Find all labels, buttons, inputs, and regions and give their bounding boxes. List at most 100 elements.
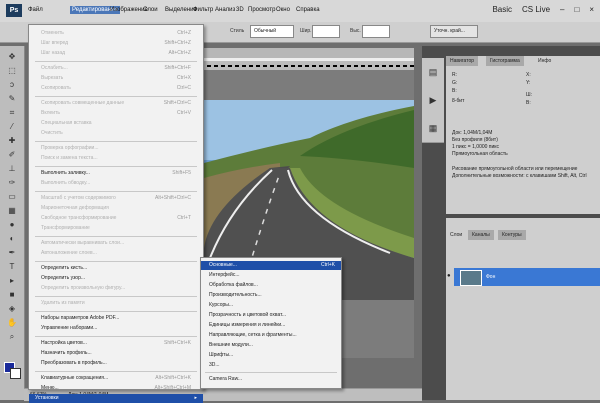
width-input[interactable] xyxy=(312,25,340,38)
edit-menu-item[interactable]: Наборы параметров Adobe PDF... xyxy=(35,314,197,323)
edit-menu-item[interactable]: Определить кисть... xyxy=(35,264,197,273)
preferences-menu-item[interactable]: Прозрачность и цветовой охват... xyxy=(201,311,341,320)
menu-9[interactable]: Просмотр xyxy=(248,7,275,13)
edit-menu-item[interactable]: Скопировать совмещенные данные Shift+Ctrl… xyxy=(35,99,197,108)
background-color-swatch[interactable] xyxy=(10,368,21,379)
stamp-tool-icon[interactable]: ⊥ xyxy=(6,164,18,174)
edit-menu-item[interactable]: Шаг вперед Shift+Ctrl+Z xyxy=(35,39,197,48)
tab-navigator[interactable]: Навигатор xyxy=(446,56,479,66)
tab-paths[interactable]: Контуры xyxy=(498,230,526,240)
menu-8[interactable]: 3D xyxy=(236,7,244,13)
document-tab-bar[interactable] xyxy=(200,48,414,58)
swatches-icon[interactable]: ▦ xyxy=(422,114,444,143)
edit-menu-item[interactable]: Управление наборами... xyxy=(35,324,197,333)
edit-menu-item[interactable]: Автоматически выравнивать слои... xyxy=(35,239,197,248)
menu-item-label: Настройка цветов... xyxy=(41,340,87,346)
edit-menu-item[interactable]: Назначить профиль... xyxy=(35,349,197,358)
maximize-icon[interactable]: □ xyxy=(574,5,579,14)
edit-menu-item[interactable]: Марионеточная деформация xyxy=(35,204,197,213)
menu-4[interactable]: Слои xyxy=(143,7,158,13)
preferences-menu-item[interactable]: Направляющие, сетка и фрагменты... xyxy=(201,331,341,340)
tab-channels[interactable]: Каналы xyxy=(468,230,494,240)
edit-menu-item[interactable]: Специальная вставка xyxy=(35,119,197,128)
refine-edge-button[interactable]: Уточн. край... xyxy=(430,25,478,38)
3d-tool-icon[interactable]: ◈ xyxy=(6,304,18,314)
preferences-menu-item[interactable]: Интерфейс... xyxy=(201,271,341,280)
crop-tool-icon[interactable]: ⌗ xyxy=(6,108,18,118)
edit-menu-item[interactable]: Свободное трансформирование Ctrl+T xyxy=(35,214,197,223)
eyedropper-tool-icon[interactable]: ⁄ xyxy=(6,122,18,132)
dodge-tool-icon[interactable]: ◐ xyxy=(6,234,18,244)
preferences-menu-item[interactable]: Единицы измерения и линейки... xyxy=(201,321,341,330)
preferences-menu-item[interactable]: Camera Raw... xyxy=(201,375,341,384)
blur-tool-icon[interactable]: ● xyxy=(6,220,18,230)
edit-menu-item[interactable]: Выполнить обводку... xyxy=(35,179,197,188)
layer-row-background[interactable]: ● Фон xyxy=(447,268,600,286)
doc-info: Док: 1,04M/1,04M xyxy=(452,130,493,136)
tab-info[interactable]: Инфо xyxy=(534,56,556,66)
edit-menu-item[interactable]: Клавиатурные сокращения... Alt+Shift+Ctrl… xyxy=(35,374,197,383)
minimize-icon[interactable]: – xyxy=(560,5,564,14)
marquee-tool-icon[interactable]: ⬚ xyxy=(6,66,18,76)
type-tool-icon[interactable]: T xyxy=(6,262,18,272)
menu-1[interactable]: Файл xyxy=(28,7,43,13)
menu-7[interactable]: Анализ xyxy=(215,7,235,13)
tab-histogram[interactable]: Гистограмма xyxy=(486,56,524,66)
edit-menu-item[interactable]: Очистить xyxy=(35,129,197,138)
edit-menu-item[interactable]: Скопировать Ctrl+C xyxy=(35,84,197,93)
edit-menu-item[interactable]: Ослабить... Shift+Ctrl+F xyxy=(35,64,197,73)
actions-icon[interactable]: ▶ xyxy=(422,86,444,115)
move-tool-icon[interactable]: ✥ xyxy=(6,52,18,62)
edit-menu-item[interactable]: Шаг назад Alt+Ctrl+Z xyxy=(35,49,197,58)
preferences-menu-item[interactable]: Производительность... xyxy=(201,291,341,300)
edit-menu-item[interactable]: Отменить Ctrl+Z xyxy=(35,29,197,38)
preferences-menu-item[interactable]: Обработка файлов... xyxy=(201,281,341,290)
edit-menu-item[interactable]: Определить произвольную фигуру... xyxy=(35,284,197,293)
gradient-tool-icon[interactable]: ▦ xyxy=(6,206,18,216)
menu-6[interactable]: Фильтр xyxy=(193,7,213,13)
eraser-tool-icon[interactable]: ▭ xyxy=(6,192,18,202)
lasso-tool-icon[interactable]: ↄ xyxy=(6,80,18,90)
edit-menu-item[interactable]: Проверка орфографии... xyxy=(35,144,197,153)
edit-menu-item[interactable]: Трансформирование xyxy=(35,224,197,233)
edit-menu-item[interactable]: Удалить из памяти xyxy=(35,299,197,308)
edit-menu-item[interactable]: Настройка цветов... Shift+Ctrl+K xyxy=(35,339,197,348)
history-brush-icon[interactable]: ✑ xyxy=(6,178,18,188)
edit-menu-item[interactable]: Выполнить заливку... Shift+F5 xyxy=(35,169,197,178)
edit-menu-item[interactable]: Меню... Alt+Shift+Ctrl+M xyxy=(35,384,197,393)
preferences-menu-item[interactable]: Внешние модули... xyxy=(201,341,341,350)
edit-menu-item[interactable]: Автоналожение слоев... xyxy=(35,249,197,258)
menu-item-label: Наборы параметров Adobe PDF... xyxy=(41,315,120,321)
hand-tool-icon[interactable]: ✋ xyxy=(6,318,18,328)
brush-tool-icon[interactable]: ✐ xyxy=(6,150,18,160)
zoom-tool-icon[interactable]: ⌕ xyxy=(6,332,18,342)
cs-live-button[interactable]: CS Live xyxy=(522,5,550,14)
profile-info: Без профиля (8бит) xyxy=(452,137,498,143)
edit-menu-item[interactable]: Определить узор... xyxy=(35,274,197,283)
menu-11[interactable]: Справка xyxy=(296,7,320,13)
edit-menu-item[interactable]: Поиск и замена текста... xyxy=(35,154,197,163)
tab-layers[interactable]: Слои xyxy=(446,230,467,240)
edit-menu-item[interactable]: Вырезать Ctrl+X xyxy=(35,74,197,83)
pen-tool-icon[interactable]: ✒ xyxy=(6,248,18,258)
workspace-label[interactable]: Basic xyxy=(492,5,512,14)
path-select-icon[interactable]: ▸ xyxy=(6,276,18,286)
style-select[interactable]: Обычный xyxy=(250,25,294,38)
preferences-menu-item[interactable]: 3D... xyxy=(201,361,341,370)
edit-menu-item[interactable]: Вклеить Ctrl+V xyxy=(35,109,197,118)
preferences-menu-item[interactable]: Курсоры... xyxy=(201,301,341,310)
edit-menu-item[interactable]: Преобразовать в профиль... xyxy=(35,359,197,368)
eye-icon[interactable]: ● xyxy=(447,273,451,279)
shape-tool-icon[interactable]: ■ xyxy=(6,290,18,300)
edit-menu-item[interactable]: Установки ▸ xyxy=(29,394,203,403)
preferences-menu-item[interactable]: Основные... Ctrl+K xyxy=(201,261,341,270)
healing-tool-icon[interactable]: ✚ xyxy=(6,136,18,146)
quick-select-tool-icon[interactable]: ✎ xyxy=(6,94,18,104)
menu-10[interactable]: Окно xyxy=(276,7,290,13)
edit-menu-item[interactable]: Масштаб с учетом содержимого Alt+Shift+Ct… xyxy=(35,194,197,203)
close-icon[interactable]: × xyxy=(589,5,594,14)
height-input[interactable] xyxy=(362,25,390,38)
history-icon[interactable]: ▤ xyxy=(422,58,444,87)
menu-item-label: Вырезать xyxy=(41,75,64,81)
preferences-menu-item[interactable]: Шрифты... xyxy=(201,351,341,360)
